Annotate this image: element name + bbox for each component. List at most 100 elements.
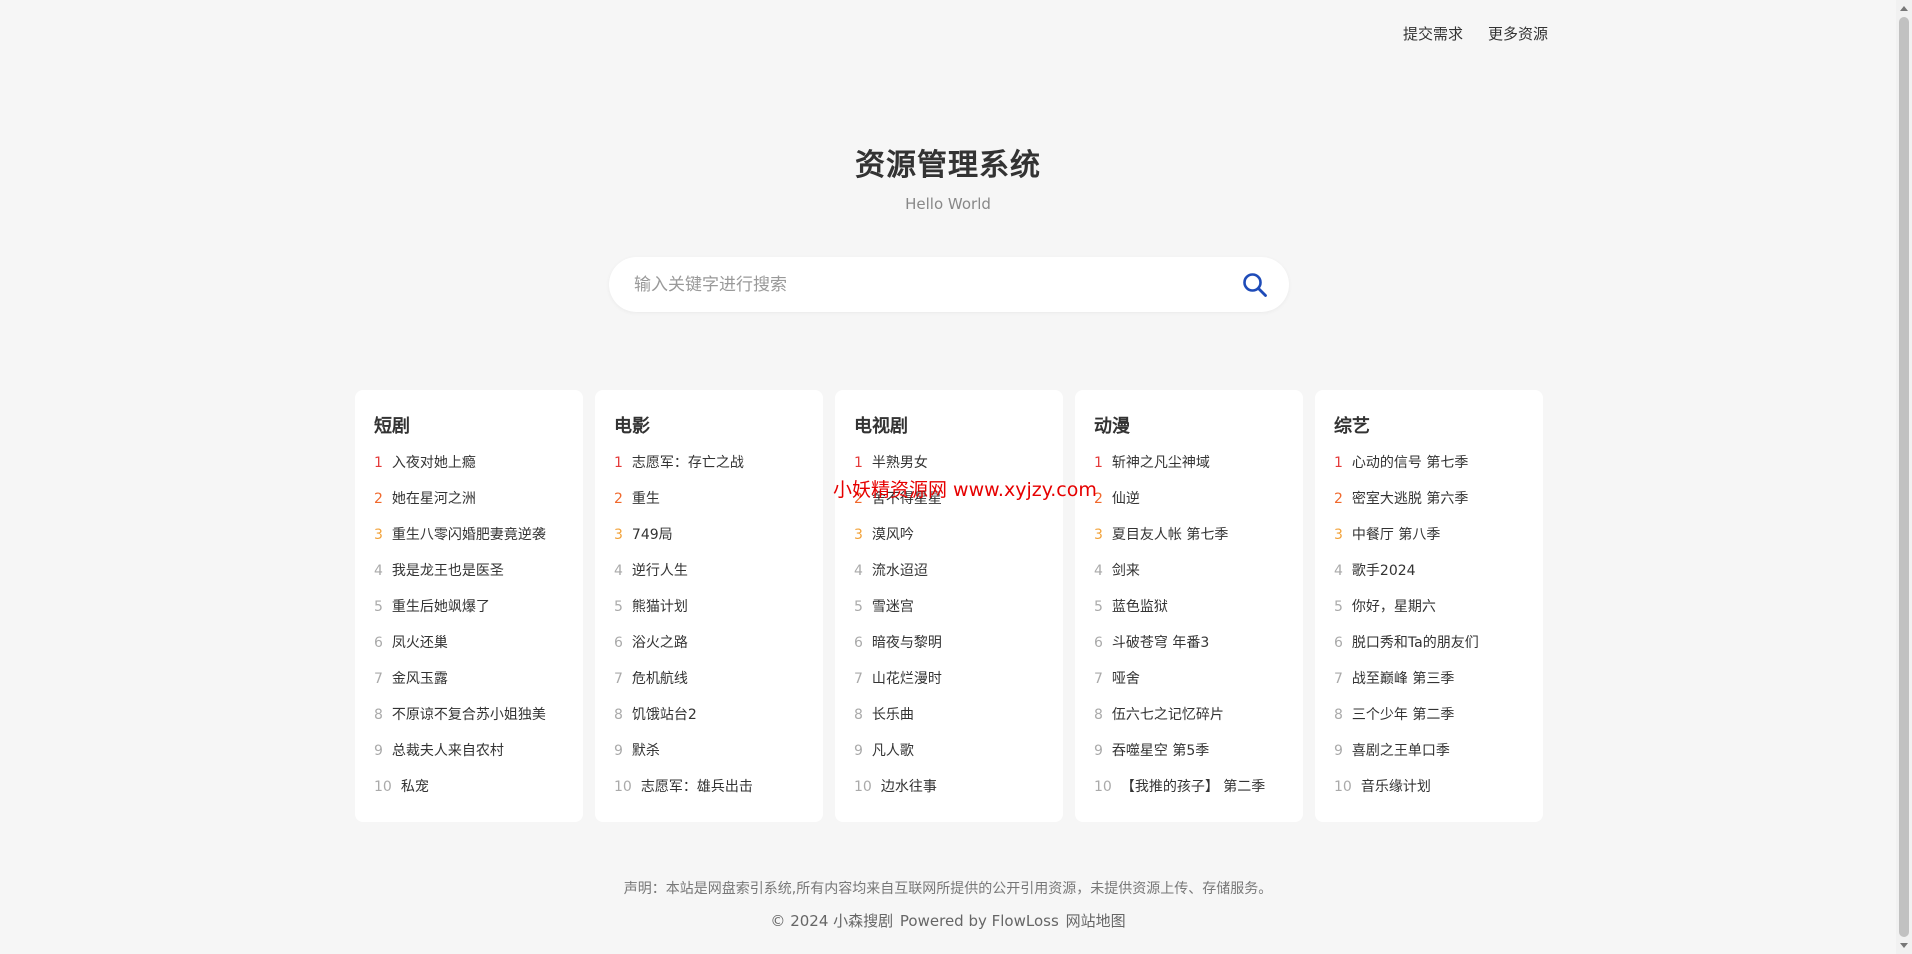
- ranking-item[interactable]: 4 歌手2024: [1334, 562, 1525, 598]
- ranking-item[interactable]: 7 山花烂漫时: [854, 670, 1045, 706]
- powered-by-link[interactable]: Powered by FlowLoss: [900, 912, 1059, 930]
- rank-number: 4: [1334, 563, 1343, 579]
- rank-number: 3: [614, 527, 623, 543]
- ranking-item-label: 三个少年 第二季: [1351, 707, 1455, 723]
- ranking-item[interactable]: 1 入夜对她上瘾: [374, 454, 565, 490]
- ranking-item-label: 斗破苍穹 年番3: [1111, 635, 1210, 651]
- copyright: © 2024 小森搜剧 Powered by FlowLoss 网站地图: [0, 910, 1896, 931]
- category-card: 短剧 1 入夜对她上瘾 2 她在星河之洲 3 重生八零闪婚肥妻竟逆袭 4 我是龙王也是医圣 5 重生…: [355, 390, 583, 822]
- ranking-item[interactable]: 3 漠风吟: [854, 526, 1045, 562]
- category-title[interactable]: 综艺: [1334, 412, 1525, 437]
- rank-number: 8: [1334, 707, 1343, 723]
- submit-request-link[interactable]: 提交需求: [1403, 23, 1463, 44]
- ranking-item[interactable]: 6 脱口秀和Ta的朋友们: [1334, 634, 1525, 670]
- ranking-item[interactable]: 2 密室大逃脱 第六季: [1334, 490, 1525, 526]
- ranking-item[interactable]: 10 志愿军：雄兵出击: [614, 778, 805, 814]
- ranking-item[interactable]: 4 剑来: [1094, 562, 1285, 598]
- ranking-item-label: 逆行人生: [631, 563, 688, 579]
- scrollbar[interactable]: [1896, 0, 1912, 954]
- ranking-item[interactable]: 1 志愿军：存亡之战: [614, 454, 805, 490]
- scroll-up-arrow-icon[interactable]: [1900, 6, 1908, 11]
- watermark: 小妖精资源网 www.xyjzy.com: [833, 479, 1097, 501]
- ranking-item[interactable]: 8 长乐曲: [854, 706, 1045, 742]
- ranking-item-label: 中餐厅 第八季: [1351, 527, 1441, 543]
- rank-number: 3: [854, 527, 863, 543]
- search-input[interactable]: [632, 263, 1216, 306]
- ranking-item[interactable]: 6 暗夜与黎明: [854, 634, 1045, 670]
- ranking-item[interactable]: 10 私宠: [374, 778, 565, 814]
- more-resources-link[interactable]: 更多资源: [1488, 23, 1548, 44]
- ranking-item-label: 浴火之路: [631, 635, 688, 651]
- ranking-item[interactable]: 3 749局: [614, 526, 805, 562]
- ranking-item[interactable]: 4 流水迢迢: [854, 562, 1045, 598]
- ranking-item[interactable]: 2 重生: [614, 490, 805, 526]
- ranking-item[interactable]: 7 哑舍: [1094, 670, 1285, 706]
- ranking-item[interactable]: 1 心动的信号 第七季: [1334, 454, 1525, 490]
- rank-number: 8: [1094, 707, 1103, 723]
- category-title[interactable]: 电影: [614, 412, 805, 437]
- ranking-item[interactable]: 9 默杀: [614, 742, 805, 778]
- ranking-item[interactable]: 7 金风玉露: [374, 670, 565, 706]
- rank-number: 4: [374, 563, 383, 579]
- ranking-item[interactable]: 3 重生八零闪婚肥妻竟逆袭: [374, 526, 565, 562]
- sitemap-link[interactable]: 网站地图: [1066, 912, 1126, 930]
- ranking-item[interactable]: 9 总裁夫人来自农村: [374, 742, 565, 778]
- ranking-item[interactable]: 5 蓝色监狱: [1094, 598, 1285, 634]
- ranking-item-label: 金风玉露: [391, 671, 448, 687]
- search-icon[interactable]: [1241, 271, 1269, 299]
- rank-number: 10: [854, 779, 872, 795]
- ranking-item[interactable]: 10 【我推的孩子】 第二季: [1094, 778, 1285, 814]
- category-title[interactable]: 电视剧: [854, 412, 1045, 437]
- ranking-item[interactable]: 3 中餐厅 第八季: [1334, 526, 1525, 562]
- scroll-thumb[interactable]: [1899, 17, 1909, 937]
- category-title[interactable]: 短剧: [374, 412, 565, 437]
- ranking-item[interactable]: 9 凡人歌: [854, 742, 1045, 778]
- ranking-item[interactable]: 6 斗破苍穹 年番3: [1094, 634, 1285, 670]
- category-title[interactable]: 动漫: [1094, 412, 1285, 437]
- ranking-item-label: 歌手2024: [1351, 563, 1416, 579]
- ranking-item-label: 默杀: [631, 743, 660, 759]
- rank-number: 3: [374, 527, 383, 543]
- ranking-item[interactable]: 6 浴火之路: [614, 634, 805, 670]
- ranking-item[interactable]: 10 音乐缘计划: [1334, 778, 1525, 814]
- ranking-item[interactable]: 6 凤火还巢: [374, 634, 565, 670]
- rank-number: 10: [614, 779, 632, 795]
- ranking-item-label: 入夜对她上瘾: [391, 455, 476, 471]
- ranking-item[interactable]: 8 不原谅不复合苏小姐独美: [374, 706, 565, 742]
- ranking-list: 1 斩神之凡尘神域 2 仙逆 3 夏目友人帐 第七季 4 剑来 5 蓝色监狱 6 斗破苍穹 年番3 7 哑…: [1094, 454, 1285, 814]
- ranking-item-label: 不原谅不复合苏小姐独美: [391, 707, 546, 723]
- ranking-item[interactable]: 8 三个少年 第二季: [1334, 706, 1525, 742]
- rank-number: 7: [1094, 671, 1103, 687]
- ranking-item[interactable]: 4 我是龙王也是医圣: [374, 562, 565, 598]
- ranking-item[interactable]: 7 危机航线: [614, 670, 805, 706]
- ranking-item[interactable]: 8 饥饿站台2: [614, 706, 805, 742]
- ranking-item-label: 凤火还巢: [391, 635, 448, 651]
- ranking-item-label: 总裁夫人来自农村: [391, 743, 504, 759]
- ranking-item[interactable]: 1 斩神之凡尘神域: [1094, 454, 1285, 490]
- rank-number: 9: [1334, 743, 1343, 759]
- ranking-item[interactable]: 10 边水往事: [854, 778, 1045, 814]
- ranking-item[interactable]: 8 伍六七之记忆碎片: [1094, 706, 1285, 742]
- ranking-list: 1 心动的信号 第七季 2 密室大逃脱 第六季 3 中餐厅 第八季 4 歌手2024 5 你好，星…: [1334, 454, 1525, 814]
- ranking-item[interactable]: 2 她在星河之洲: [374, 490, 565, 526]
- rank-number: 7: [374, 671, 383, 687]
- scroll-down-arrow-icon[interactable]: [1900, 943, 1908, 948]
- category-card: 动漫 1 斩神之凡尘神域 2 仙逆 3 夏目友人帐 第七季 4 剑来 5 蓝色监狱 6 斗破苍穹 年番3…: [1075, 390, 1303, 822]
- ranking-item[interactable]: 5 重生后她飒爆了: [374, 598, 565, 634]
- rank-number: 9: [614, 743, 623, 759]
- ranking-item[interactable]: 5 熊猫计划: [614, 598, 805, 634]
- ranking-item[interactable]: 9 喜剧之王单口季: [1334, 742, 1525, 778]
- rank-number: 4: [854, 563, 863, 579]
- ranking-item[interactable]: 9 吞噬星空 第5季: [1094, 742, 1285, 778]
- ranking-item[interactable]: 3 夏目友人帐 第七季: [1094, 526, 1285, 562]
- ranking-item[interactable]: 4 逆行人生: [614, 562, 805, 598]
- ranking-item[interactable]: 5 你好，星期六: [1334, 598, 1525, 634]
- ranking-item[interactable]: 7 战至巅峰 第三季: [1334, 670, 1525, 706]
- ranking-item[interactable]: 2 仙逆: [1094, 490, 1285, 526]
- rank-number: 6: [1334, 635, 1343, 651]
- ranking-item[interactable]: 5 雪迷宫: [854, 598, 1045, 634]
- ranking-item-label: 脱口秀和Ta的朋友们: [1351, 635, 1479, 651]
- ranking-item-label: 749局: [631, 527, 673, 543]
- ranking-item-label: 危机航线: [631, 671, 688, 687]
- ranking-item-label: 私宠: [400, 779, 429, 795]
